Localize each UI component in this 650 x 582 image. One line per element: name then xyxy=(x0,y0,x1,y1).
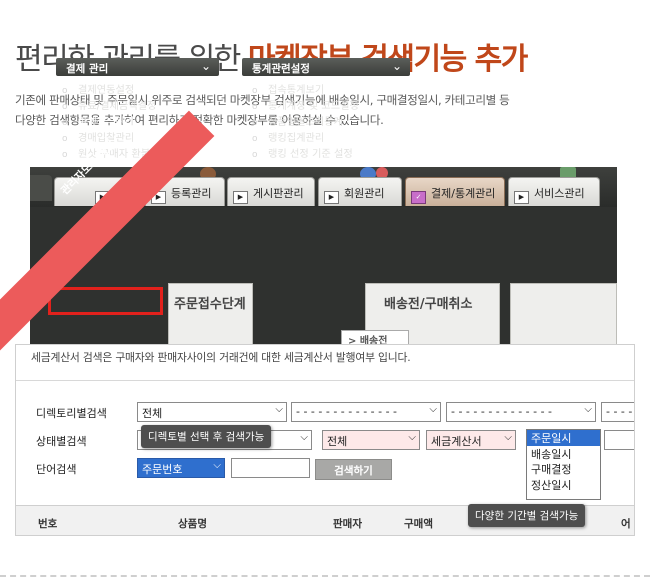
order-card-title: 주문접수단계 xyxy=(174,297,246,312)
chevron-down-icon: ⌵ xyxy=(408,432,416,443)
directory-tooltip: 디렉토별 선택 후 검색가능 xyxy=(141,425,272,448)
tab-board-icon: ▶ xyxy=(233,191,248,204)
directory-select-2[interactable]: - - - - - - - - - - - - - - ⌵ xyxy=(291,402,441,422)
keyword-input[interactable] xyxy=(231,458,310,478)
date-option[interactable]: 구매결정 xyxy=(527,461,600,477)
stats-menu-title: 통계관련설정 xyxy=(252,63,310,75)
tab-payment-stats-label: 결제/통계관리 xyxy=(431,187,496,200)
dash-line: - - - - - - - - - - - - - - xyxy=(296,405,398,418)
keyword-search-label: 단어검색 xyxy=(36,463,77,476)
payment-menu-header[interactable]: 결제 관리 ⌄ xyxy=(56,58,219,76)
stats-menu-list: 접속통계보기 통계계정 및 코드설정 상품일일조회통계 랭킹집계관리 랭킹 선정… xyxy=(252,83,359,163)
column-product: 상품명 xyxy=(178,518,207,530)
bottom-divider xyxy=(0,575,650,577)
stats-menu-item[interactable]: 상품일일조회통계 xyxy=(252,115,359,131)
extra-card xyxy=(510,283,617,345)
column-partial: 어 xyxy=(621,518,631,530)
directory-select-value: 전체 xyxy=(142,407,163,420)
stats-menu-item[interactable]: 랭킹 선정 기준 설정 xyxy=(252,147,359,163)
tab-stub xyxy=(30,175,52,201)
tab-service[interactable]: ▶ 서비스관리 xyxy=(508,177,600,206)
tab-members[interactable]: ▶ 회원관리 xyxy=(318,177,402,206)
market-ledger-menu-item[interactable]: 마켓장부관리 xyxy=(62,115,156,131)
tab-payment-stats-icon: ✓ xyxy=(411,191,426,204)
date-option[interactable]: 정산일시 xyxy=(527,477,600,493)
tab-service-icon: ▶ xyxy=(514,191,529,204)
chevron-down-icon: ⌵ xyxy=(429,404,437,415)
highlight-box xyxy=(48,287,163,315)
directory-search-label: 디렉토리별검색 xyxy=(36,407,107,420)
directory-select-4[interactable]: - - - - xyxy=(601,402,634,422)
column-amount: 구매액 xyxy=(404,518,433,530)
date-type-listbox[interactable]: 주문일시 배송일시 구매결정 정산일시 xyxy=(526,429,601,500)
status-select-value: 전체 xyxy=(327,435,348,448)
date-tooltip: 다양한 기간별 검색가능 xyxy=(468,504,586,527)
column-seller: 판매자 xyxy=(333,518,362,530)
payment-menu-item[interactable]: 결제연동설정 xyxy=(62,83,156,99)
chevron-down-icon: ⌵ xyxy=(504,432,512,443)
status-search-label: 상태별검색 xyxy=(36,435,87,448)
tax-invoice-select[interactable]: 세금계산서 ⌵ xyxy=(426,430,516,450)
chevron-down-icon: ⌄ xyxy=(391,59,402,73)
date-option[interactable]: 배송일시 xyxy=(527,446,600,462)
delivery-card-title: 배송전/구매취소 xyxy=(384,297,473,312)
stats-menu-header[interactable]: 통계관련설정 ⌄ xyxy=(242,58,410,76)
date-option-selected[interactable]: 주문일시 xyxy=(527,430,600,446)
status-select[interactable]: 전체 ⌵ xyxy=(322,430,420,450)
keyword-type-value: 주문번호 xyxy=(142,463,183,476)
column-number: 번호 xyxy=(38,518,58,530)
directory-select[interactable]: 전체 ⌵ xyxy=(137,402,287,422)
divider xyxy=(16,380,634,381)
stats-menu-item[interactable]: 통계계정 및 코드설정 xyxy=(252,99,359,115)
tax-invoice-note: 세금계산서 검색은 구매자와 판매자사이의 거래건에 대한 세금계산서 발행여부… xyxy=(31,351,411,364)
keyword-type-select[interactable]: 주문번호 ⌵ xyxy=(137,458,225,478)
chevron-down-icon: ⌵ xyxy=(584,404,592,415)
search-button[interactable]: 검색하기 xyxy=(315,459,392,480)
chevron-down-icon: ⌄ xyxy=(200,59,211,73)
tax-invoice-select-value: 세금계산서 xyxy=(431,435,482,448)
dash-line: - - - - - - - - - - - - - - xyxy=(451,405,553,418)
payment-menu-item[interactable]: 유료/결제금액결정 xyxy=(62,99,156,115)
tab-members-label: 회원관리 xyxy=(344,187,385,200)
chevron-down-icon: ⌵ xyxy=(213,460,221,471)
tab-register-label: 등록관리 xyxy=(171,187,212,200)
chevron-down-icon: ⌵ xyxy=(275,404,283,415)
tab-board[interactable]: ▶ 게시판관리 xyxy=(227,177,315,206)
tab-members-icon: ▶ xyxy=(324,191,339,204)
stats-menu-item[interactable]: 랭킹집계관리 xyxy=(252,131,359,147)
market-ledger-search-form: 세금계산서 검색은 구매자와 판매자사이의 거래건에 대한 세금계산서 발행여부… xyxy=(15,344,635,536)
tab-payment-stats[interactable]: ✓ 결제/통계관리 xyxy=(405,177,505,206)
directory-select-3[interactable]: - - - - - - - - - - - - - - ⌵ xyxy=(446,402,596,422)
stats-menu-item[interactable]: 접속통계보기 xyxy=(252,83,359,99)
chevron-down-icon: ⌵ xyxy=(300,432,308,443)
date-input[interactable] xyxy=(604,430,634,450)
tab-board-label: 게시판관리 xyxy=(253,187,304,200)
dash-line: - - - - xyxy=(606,405,633,418)
payment-menu-title: 결제 관리 xyxy=(66,63,109,75)
tab-service-label: 서비스관리 xyxy=(534,187,585,200)
